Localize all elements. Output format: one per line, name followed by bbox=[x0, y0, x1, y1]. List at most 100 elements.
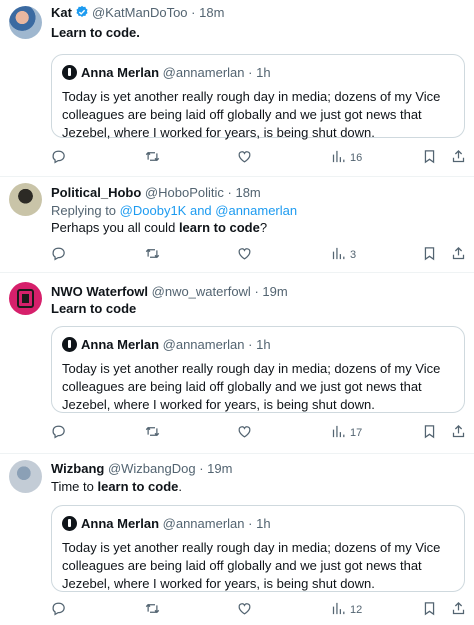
quoted-handle: @annamerlan bbox=[162, 516, 245, 531]
avatar[interactable] bbox=[9, 460, 42, 493]
retweet-icon bbox=[145, 426, 160, 437]
quoted-tweet[interactable]: Anna Merlan @annamerlan · 1h Today is ye… bbox=[51, 326, 465, 413]
quoted-text: Today is yet another really rough day in… bbox=[62, 540, 441, 591]
retweet-button[interactable] bbox=[145, 424, 160, 442]
retweet-icon bbox=[145, 151, 160, 162]
like-icon bbox=[238, 426, 251, 438]
bookmark-button[interactable] bbox=[422, 246, 437, 264]
tweet[interactable]: Political_Hobo @HoboPolitic · 18m Replyi… bbox=[0, 177, 474, 273]
reply-icon bbox=[52, 150, 65, 164]
view-count: 12 bbox=[350, 604, 363, 616]
retweet-button[interactable] bbox=[145, 149, 160, 167]
tweet[interactable]: NWO Waterfowl @nwo_waterfowl · 19m Learn… bbox=[0, 273, 474, 454]
quoted-tweet[interactable]: Anna Merlan @annamerlan · 1h Today is ye… bbox=[51, 505, 465, 592]
quoted-avatar bbox=[62, 337, 77, 352]
quoted-handle: @annamerlan bbox=[162, 65, 245, 80]
avatar[interactable] bbox=[9, 6, 42, 39]
tweet-text: Time to learn to code. bbox=[51, 479, 183, 494]
quoted-display-name: Anna Merlan bbox=[81, 65, 160, 80]
view-count: 3 bbox=[350, 249, 357, 261]
quoted-display-name: Anna Merlan bbox=[81, 337, 160, 352]
reply-button[interactable] bbox=[51, 424, 66, 442]
display-name[interactable]: Political_Hobo bbox=[51, 185, 141, 200]
quoted-tweet[interactable]: Anna Merlan @annamerlan · 1h Today is ye… bbox=[51, 54, 465, 140]
timestamp[interactable]: 19m bbox=[262, 284, 287, 299]
views-icon bbox=[332, 602, 345, 615]
avatar[interactable] bbox=[9, 282, 42, 315]
timestamp[interactable]: 19m bbox=[207, 461, 232, 476]
views-button[interactable]: 3 bbox=[331, 246, 356, 264]
timestamp[interactable]: 18m bbox=[235, 185, 260, 200]
display-name[interactable]: Kat bbox=[51, 5, 72, 20]
like-icon bbox=[238, 151, 251, 163]
reply-button[interactable] bbox=[51, 246, 66, 264]
tweet-text: Perhaps you all could learn to code? bbox=[51, 220, 268, 235]
share-icon bbox=[452, 424, 465, 438]
quoted-avatar bbox=[62, 516, 77, 531]
reply-icon bbox=[52, 425, 65, 439]
quoted-display-name: Anna Merlan bbox=[81, 516, 160, 531]
reply-mentions-link[interactable]: @Dooby1K and @annamerlan bbox=[120, 203, 297, 218]
quoted-text: Today is yet another really rough day in… bbox=[62, 89, 441, 140]
like-button[interactable] bbox=[237, 149, 252, 167]
action-bar: 16 bbox=[51, 149, 467, 167]
action-bar: 3 bbox=[51, 246, 467, 264]
handle[interactable]: @nwo_waterfowl bbox=[152, 284, 251, 299]
views-button[interactable]: 16 bbox=[331, 149, 362, 167]
share-button[interactable] bbox=[451, 149, 466, 167]
bookmark-icon bbox=[424, 602, 435, 616]
like-icon bbox=[238, 248, 251, 260]
share-icon bbox=[452, 149, 465, 163]
quoted-text: Today is yet another really rough day in… bbox=[62, 361, 441, 412]
tweet-text: Learn to code bbox=[51, 301, 137, 316]
retweet-icon bbox=[145, 603, 160, 614]
views-icon bbox=[332, 247, 345, 260]
retweet-button[interactable] bbox=[145, 601, 160, 619]
like-button[interactable] bbox=[237, 424, 252, 442]
tweet-header: Wizbang @WizbangDog · 19m bbox=[51, 461, 233, 476]
share-button[interactable] bbox=[451, 246, 466, 264]
quoted-avatar bbox=[62, 65, 77, 80]
views-button[interactable]: 17 bbox=[331, 424, 362, 442]
share-button[interactable] bbox=[451, 601, 466, 619]
quoted-handle: @annamerlan bbox=[162, 337, 245, 352]
tweet-text: Learn to code. bbox=[51, 25, 140, 40]
quoted-timestamp: 1h bbox=[256, 65, 271, 80]
bookmark-icon bbox=[424, 425, 435, 439]
view-count: 17 bbox=[350, 427, 363, 439]
timestamp[interactable]: 18m bbox=[199, 5, 224, 20]
reply-context: Replying to @Dooby1K and @annamerlan bbox=[51, 203, 298, 218]
display-name[interactable]: NWO Waterfowl bbox=[51, 284, 148, 299]
avatar[interactable] bbox=[9, 183, 42, 216]
handle[interactable]: @HoboPolitic bbox=[145, 185, 224, 200]
like-button[interactable] bbox=[237, 601, 252, 619]
display-name[interactable]: Wizbang bbox=[51, 461, 104, 476]
reply-button[interactable] bbox=[51, 601, 66, 619]
views-icon bbox=[332, 425, 345, 438]
action-bar: 17 bbox=[51, 424, 467, 442]
like-button[interactable] bbox=[237, 246, 252, 264]
share-button[interactable] bbox=[451, 424, 466, 442]
tweet[interactable]: Kat @KatManDoToo · 18m Learn to code. Ann… bbox=[0, 0, 474, 177]
reply-icon bbox=[52, 602, 65, 616]
bookmark-icon bbox=[424, 150, 435, 164]
handle[interactable]: @WizbangDog bbox=[108, 461, 196, 476]
reply-button[interactable] bbox=[51, 149, 66, 167]
like-icon bbox=[238, 603, 251, 615]
tweet[interactable]: Wizbang @WizbangDog · 19m Time to learn … bbox=[0, 454, 474, 625]
tweet-header: Kat @KatManDoToo · 18m bbox=[51, 5, 225, 20]
bookmark-button[interactable] bbox=[422, 601, 437, 619]
views-icon bbox=[332, 150, 345, 163]
tweet-header: Political_Hobo @HoboPolitic · 18m bbox=[51, 185, 261, 200]
bookmark-button[interactable] bbox=[422, 424, 437, 442]
quoted-timestamp: 1h bbox=[256, 337, 271, 352]
view-count: 16 bbox=[350, 152, 363, 164]
views-button[interactable]: 12 bbox=[331, 601, 362, 619]
action-bar: 12 bbox=[51, 601, 467, 619]
bookmark-icon bbox=[424, 247, 435, 261]
share-icon bbox=[452, 246, 465, 260]
bookmark-button[interactable] bbox=[422, 149, 437, 167]
handle[interactable]: @KatManDoToo bbox=[92, 5, 188, 20]
verified-badge-icon bbox=[76, 5, 88, 17]
retweet-button[interactable] bbox=[145, 246, 160, 264]
